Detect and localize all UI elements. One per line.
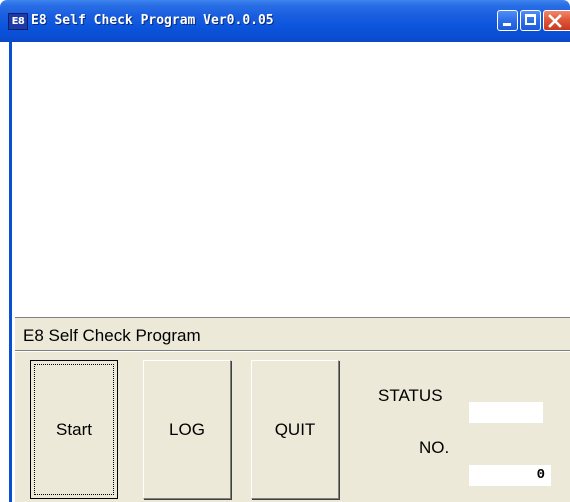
app-icon[interactable]: E8 [8,13,28,30]
log-button[interactable]: LOG [143,360,231,499]
close-button[interactable] [543,10,570,31]
maximize-button[interactable] [520,10,541,31]
title-bar[interactable]: E8 E8 Self Check Program Ver0.0.05 [0,0,570,42]
panel-divider [15,350,570,352]
start-button[interactable]: Start [30,360,118,499]
panel-title: E8 Self Check Program [23,326,201,345]
quit-button-label: QUIT [274,419,316,439]
quit-button[interactable]: QUIT [251,360,339,499]
no-field: 0 [469,465,551,486]
minimize-icon [503,23,511,26]
maximize-icon [525,14,536,25]
close-icon [548,14,562,28]
status-label: STATUS [378,386,443,405]
no-label: NO. [419,438,450,457]
status-field [469,402,543,423]
control-panel: E8 Self Check Program Start LOG QUIT STA… [15,317,570,502]
window-title: E8 Self Check Program Ver0.0.05 [31,13,274,28]
app-window: E8 E8 Self Check Program Ver0.0.05 E8 Se… [0,0,570,502]
minimize-button[interactable] [497,10,518,31]
output-area [15,42,570,317]
client-area: E8 Self Check Program Start LOG QUIT STA… [9,42,570,502]
start-button-label: Start [56,419,92,439]
log-button-label: LOG [169,419,205,439]
